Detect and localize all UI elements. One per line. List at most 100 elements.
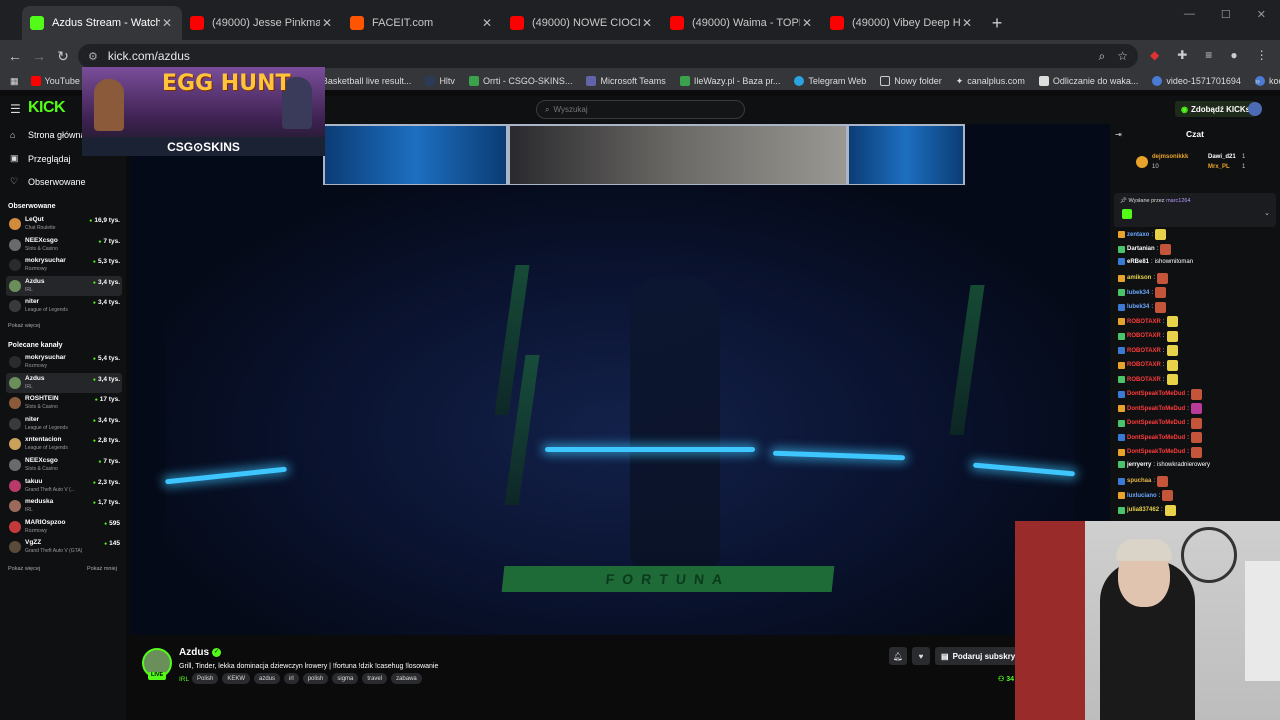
tag-pill[interactable]: KEKW: [222, 673, 251, 684]
chat-username[interactable]: zentaxo: [1127, 232, 1149, 238]
bookmark-odliczanie[interactable]: Odliczanie do waka...: [1038, 76, 1138, 86]
sidebar-channel-roshtein[interactable]: ROSHTEINSlots & Casino 17 tys.: [6, 393, 122, 413]
chat-username[interactable]: ROBOTAXR: [1127, 377, 1161, 383]
close-tab-icon[interactable]: ✕: [800, 16, 814, 30]
zoom-icon[interactable]: ⌕: [1099, 49, 1106, 64]
kick-logo[interactable]: KICK: [28, 99, 66, 117]
tag-pill[interactable]: travel: [362, 673, 388, 684]
chat-username[interactable]: eRBe81: [1127, 259, 1149, 265]
browser-tab[interactable]: FACEIT.com ✕: [342, 6, 502, 40]
chat-username[interactable]: DontSpeakToMeDud: [1127, 406, 1185, 412]
tag-pill[interactable]: Polish: [192, 673, 219, 684]
bookmark-telegram[interactable]: Telegram Web: [794, 76, 866, 86]
nav-browse[interactable]: ▣ Przeglądaj: [10, 153, 71, 164]
chat-username[interactable]: DontSpeakToMeDud: [1127, 420, 1185, 426]
more-bookmarks-icon[interactable]: »: [1255, 76, 1260, 86]
bookmark-basketball[interactable]: Basketball live result...: [322, 76, 412, 86]
bookmark-hltv[interactable]: Hltv: [425, 76, 455, 86]
pinned-message[interactable]: 📌︎ Wysłane przez marc1264 ⌄: [1114, 193, 1276, 227]
address-bar[interactable]: ⚙ kick.com/azdus ⌕ ☆: [78, 44, 1138, 68]
show-more-link[interactable]: Pokaż więcej: [8, 323, 40, 329]
browser-tab[interactable]: (49000) NOWE CIOCIE - Rydaw✕: [502, 6, 662, 40]
chevron-down-icon[interactable]: ⌄: [1264, 209, 1270, 217]
new-tab-icon[interactable]: +: [982, 6, 1012, 40]
user-avatar[interactable]: [1248, 102, 1262, 116]
bookmark-youtube[interactable]: YouTube: [30, 76, 80, 86]
close-window-icon[interactable]: ✕: [1257, 8, 1266, 21]
sidebar-channel-azdus[interactable]: AzdusIRL 3,4 tys.: [6, 275, 122, 296]
bookmark-star-icon[interactable]: ☆: [1117, 49, 1128, 64]
tag-pill[interactable]: irl: [284, 673, 299, 684]
sidebar-channel-mokrysuchar[interactable]: mokrysuchar Rozmowy 5,4 tys.: [6, 352, 122, 372]
show-less-link[interactable]: Pokaż mniej: [87, 566, 117, 572]
extension-icon[interactable]: ◆: [1150, 48, 1159, 62]
bookmark-teams[interactable]: Microsoft Teams: [586, 76, 666, 86]
search-box[interactable]: ⌕: [536, 100, 745, 119]
chat-username[interactable]: DontSpeakToMeDud: [1127, 449, 1185, 455]
sidebar-channel-lequt[interactable]: LeQut Chat Roulette 16,9 tys.: [6, 214, 122, 234]
chat-username[interactable]: jerryerry: [1127, 462, 1151, 468]
back-icon[interactable]: ←: [3, 48, 27, 64]
sidebar-channel-takuu[interactable]: takuuGrand Theft Auto V (... 2,3 tys.: [6, 476, 122, 496]
extensions-puzzle-icon[interactable]: ✚: [1177, 48, 1187, 62]
sidebar-channel-vgzz[interactable]: VgZZGrand Theft Auto V (GTA) 145: [6, 537, 122, 557]
close-tab-icon[interactable]: ✕: [960, 16, 974, 30]
sidebar-channel-xntentacion[interactable]: xntentacionLeague of Legends 2,8 tys.: [6, 434, 122, 454]
tag-pill[interactable]: polish: [302, 673, 329, 684]
chat-username[interactable]: ROBOTAXR: [1127, 362, 1161, 368]
chat-username[interactable]: lubek34: [1127, 290, 1149, 296]
streamer-name[interactable]: Azdus: [179, 647, 209, 658]
close-tab-icon[interactable]: ✕: [320, 16, 334, 30]
browser-tab[interactable]: (49000) Vibey Deep House Mix✕: [822, 6, 982, 40]
menu-icon[interactable]: ☰: [10, 102, 21, 116]
reading-list-icon[interactable]: ≡: [1205, 48, 1212, 62]
nav-home[interactable]: ⌂ Strona główna: [10, 130, 86, 140]
bookmark-canalplus[interactable]: ✦ canalplus.com: [956, 76, 1025, 87]
browser-tab[interactable]: (49000) Waima - TOPFLOOR - Y✕: [662, 6, 822, 40]
sidebar-channel-niter[interactable]: niterLeague of Legends 3,4 tys.: [6, 296, 122, 316]
search-input[interactable]: [553, 105, 724, 114]
close-tab-icon[interactable]: ✕: [640, 16, 654, 30]
sidebar-channel-mokrysuchar[interactable]: mokrysucharRozmowy 5,3 tys.: [6, 255, 122, 275]
close-tab-icon[interactable]: ✕: [480, 16, 494, 30]
browser-tab[interactable]: Azdus Stream - Watch Live on Kick✕: [22, 6, 182, 40]
profile-icon[interactable]: ●: [1230, 48, 1237, 62]
sidebar-channel-mariospzoo[interactable]: MARIOspzooRozmowy 595: [6, 517, 122, 537]
chat-username[interactable]: lubek34: [1127, 304, 1149, 310]
show-more-link-2[interactable]: Pokaż więcej: [8, 566, 40, 572]
reload-icon[interactable]: ↻: [51, 48, 75, 65]
maximize-icon[interactable]: ☐: [1221, 8, 1231, 21]
sidebar-channel-meduska[interactable]: meduskaIRL 1,7 tys.: [6, 496, 122, 516]
bookmark-orrti[interactable]: Orrti - CSGO-SKINS...: [468, 76, 572, 86]
tag-pill[interactable]: azdus: [254, 673, 281, 684]
menu-dots-icon[interactable]: ⋮: [1256, 48, 1268, 62]
chat-username[interactable]: ROBOTAXR: [1127, 333, 1161, 339]
bookmark-video[interactable]: video-1571701694: [1152, 76, 1241, 86]
chat-username[interactable]: luxluciano: [1127, 493, 1157, 499]
chat-username[interactable]: ROBOTAXR: [1127, 319, 1161, 325]
video-player[interactable]: FORTUNA: [130, 124, 1110, 635]
bookmark-folder[interactable]: Nowy folder: [880, 76, 942, 86]
sidebar-channel-neexcsgo[interactable]: NEEXcsgoSlots & Casino7 tys.: [6, 235, 122, 255]
sidebar-channel-neexcsgo[interactable]: NEEXcsgoSlots & Casino7 tys.: [6, 455, 122, 475]
stream-category[interactable]: IRL: [179, 676, 189, 683]
chat-username[interactable]: Dartanian: [1127, 246, 1155, 252]
browser-tab[interactable]: (49000) Jesse Pinkman - YouTube✕: [182, 6, 342, 40]
bookmark-ilewazy[interactable]: IleWazy.pl - Baza pr...: [679, 76, 780, 86]
sidebar-channel-niter[interactable]: niterLeague of Legends 3,4 tys.: [6, 414, 122, 434]
chat-username[interactable]: ROBOTAXR: [1127, 348, 1161, 354]
minimize-icon[interactable]: —: [1184, 8, 1195, 21]
tag-pill[interactable]: sigma: [332, 673, 359, 684]
sidebar-channel-azdus[interactable]: AzdusIRL 3,4 tys.: [6, 372, 122, 393]
chat-username[interactable]: spuchaa: [1127, 478, 1151, 484]
nav-following[interactable]: ♡ Obserwowane: [10, 176, 86, 187]
chat-username[interactable]: DontSpeakToMeDud: [1127, 435, 1185, 441]
site-info-icon[interactable]: ⚙: [88, 50, 98, 63]
ad-banner[interactable]: EGG HUNT CSG⊙SKINS: [82, 67, 325, 156]
close-tab-icon[interactable]: ✕: [160, 16, 174, 30]
apps-icon[interactable]: ▦: [10, 76, 19, 87]
forward-icon[interactable]: →: [27, 48, 51, 64]
tag-pill[interactable]: zabawa: [391, 673, 422, 684]
follow-heart-icon[interactable]: ♥: [912, 647, 930, 665]
notification-bell-icon[interactable]: 🔔︎: [889, 647, 907, 665]
